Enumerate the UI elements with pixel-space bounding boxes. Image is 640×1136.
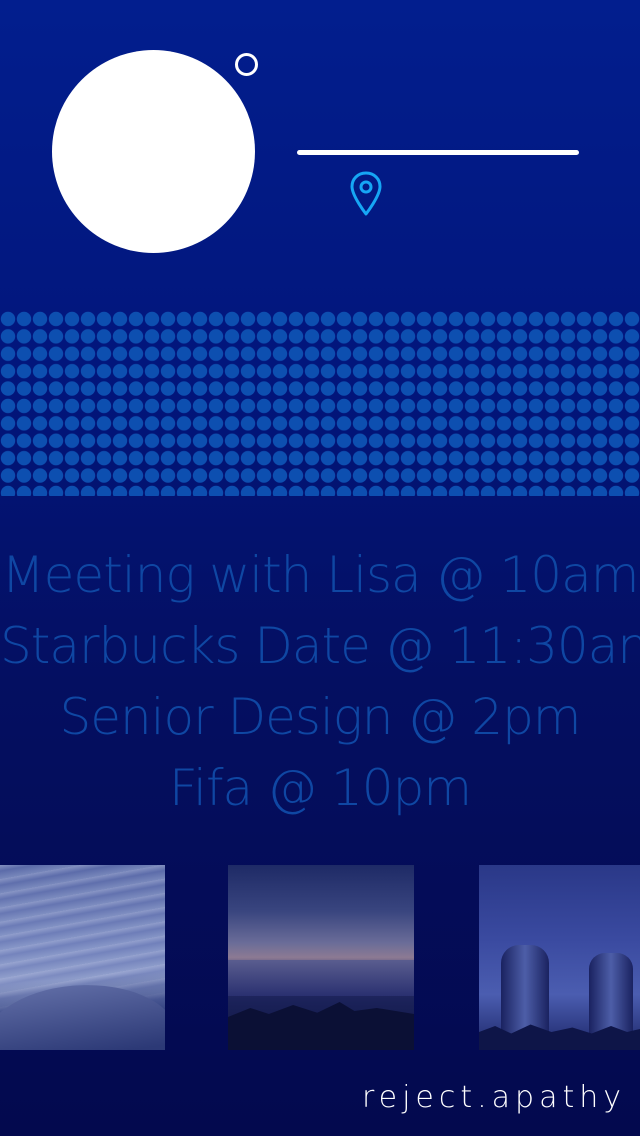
location-divider	[297, 150, 579, 155]
photo-sunset-lake[interactable]	[228, 865, 414, 1050]
agenda-list: Meeting with Lisa @ 10am Starbucks Date …	[0, 540, 640, 824]
brand-signature: reject.apathy	[361, 1080, 626, 1115]
map-pin-icon[interactable]	[348, 170, 384, 218]
photo-clouds[interactable]	[0, 865, 165, 1050]
sun-icon	[52, 50, 255, 253]
airplane-wing-shape	[0, 971, 165, 1050]
agenda-item[interactable]: Fifa @ 10pm	[0, 753, 640, 824]
tower-silhouette	[589, 953, 633, 1035]
shoreline-silhouette	[228, 1002, 414, 1050]
agenda-item[interactable]: Senior Design @ 2pm	[0, 682, 640, 753]
agenda-item[interactable]: Starbucks Date @ 11:30am	[0, 611, 640, 682]
lake-water-shape	[228, 960, 414, 996]
degree-ring-icon	[235, 53, 258, 76]
tower-silhouette	[501, 945, 549, 1035]
photo-city-towers[interactable]	[479, 865, 640, 1050]
dotted-pattern-band	[0, 310, 640, 496]
agenda-item[interactable]: Meeting with Lisa @ 10am	[0, 540, 640, 611]
